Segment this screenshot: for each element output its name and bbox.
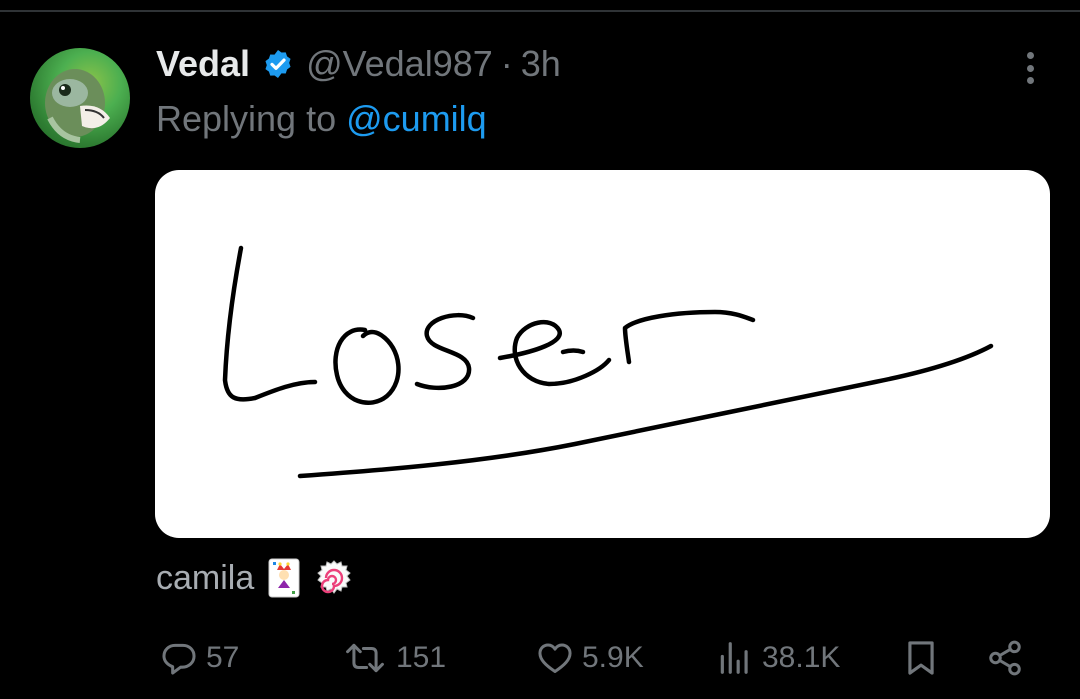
repost-icon	[346, 643, 384, 673]
replying-to-mention[interactable]: @cumilq	[346, 98, 487, 139]
reply-button[interactable]: 57	[160, 636, 239, 680]
handwritten-loser-drawing	[222, 245, 994, 479]
tweet-actions: 57 151 5.9K 38.1K	[0, 636, 1080, 680]
joker-card-emoji	[268, 558, 300, 598]
repost-count: 151	[396, 641, 447, 674]
top-divider	[0, 10, 1080, 12]
replying-to-label: Replying to	[156, 98, 337, 139]
user-handle[interactable]: @Vedal987	[306, 43, 493, 85]
separator-dot: ·	[500, 43, 513, 84]
reply-icon	[162, 643, 196, 675]
tweet-media-image[interactable]	[155, 170, 1050, 538]
views-button[interactable]: 38.1K	[716, 636, 840, 680]
tweet-caption: camila	[156, 556, 354, 600]
reply-count: 57	[206, 641, 240, 674]
bookmark-icon	[908, 641, 934, 675]
like-button[interactable]: 5.9K	[536, 636, 644, 680]
tweet-timestamp[interactable]: 3h	[521, 43, 561, 85]
share-button[interactable]	[986, 636, 1024, 680]
verified-badge-icon[interactable]	[262, 48, 294, 80]
like-icon	[538, 643, 572, 673]
views-count: 38.1K	[762, 641, 841, 674]
more-vertical-icon[interactable]	[1016, 50, 1044, 86]
bookmark-button[interactable]	[902, 636, 940, 680]
views-icon	[720, 642, 748, 674]
like-count: 5.9K	[582, 641, 644, 674]
share-icon	[989, 640, 1021, 676]
caption-text: camila	[156, 558, 255, 597]
replying-to-line: Replying to @cumilq	[156, 98, 487, 140]
tweet-header: Vedal @Vedal987 · 3h	[156, 42, 561, 86]
fish-cake-swirl-emoji	[314, 558, 354, 598]
avatar[interactable]	[30, 48, 130, 148]
display-name[interactable]: Vedal	[156, 43, 250, 85]
repost-button[interactable]: 151	[342, 636, 446, 680]
